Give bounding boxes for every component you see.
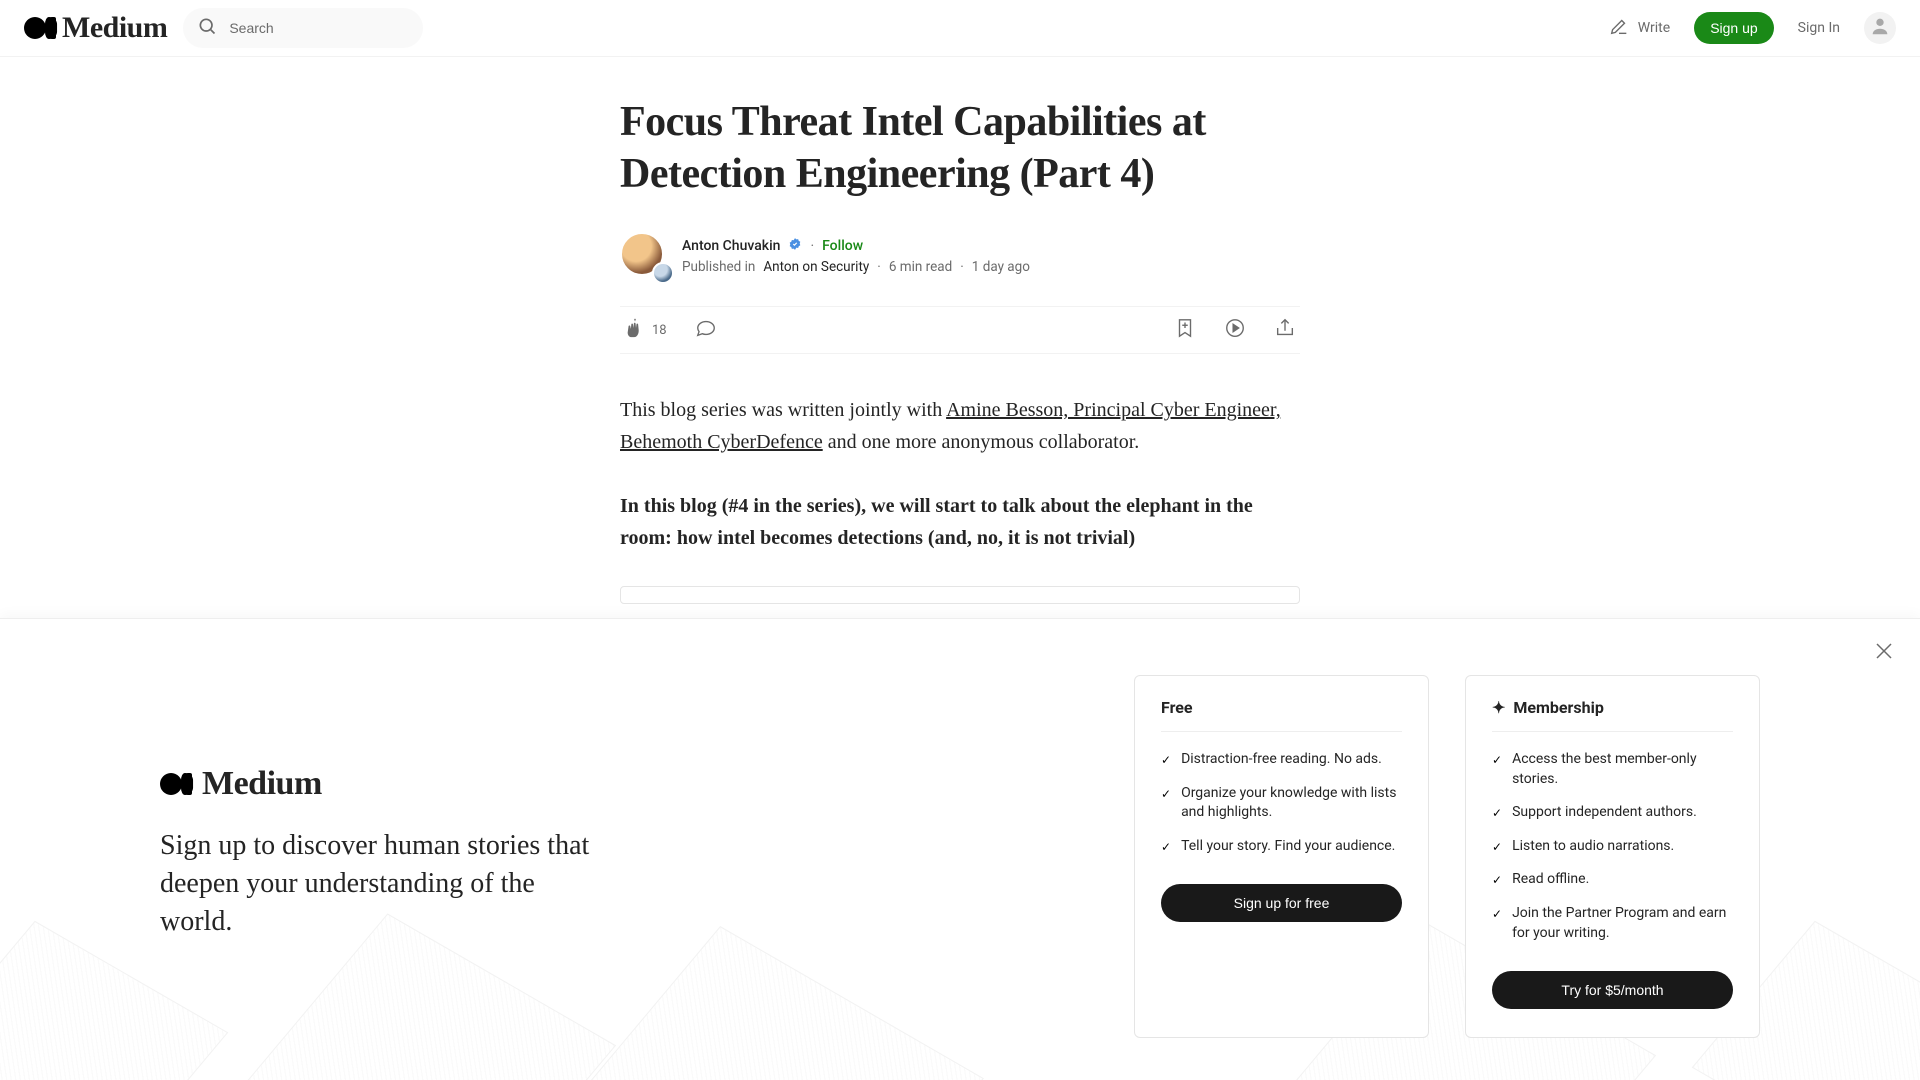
free-plan-card: Free Distraction-free reading. No ads. O… [1134, 675, 1429, 1038]
listen-button[interactable] [1224, 317, 1246, 343]
search-box[interactable] [183, 8, 423, 48]
author-avatar[interactable] [620, 232, 668, 280]
read-time: 6 min read [889, 259, 952, 275]
membership-plan-item: Listen to audio narrations. [1492, 837, 1733, 857]
paywall-tagline: Sign up to discover human stories that d… [160, 827, 610, 940]
bookmark-button[interactable] [1174, 317, 1196, 343]
article-paragraph: In this blog (#4 in the series), we will… [620, 495, 1253, 549]
article: Focus Threat Intel Capabilities at Detec… [620, 57, 1300, 604]
star-icon: ✦ [1492, 698, 1505, 717]
signup-free-button[interactable]: Sign up for free [1161, 884, 1402, 922]
article-body: This blog series was written jointly wit… [620, 394, 1300, 604]
clap-count: 18 [652, 323, 667, 338]
bookmark-icon [1174, 317, 1196, 343]
publication-name[interactable]: Anton on Security [763, 259, 869, 275]
paywall-logo: Medium [160, 765, 610, 803]
paywall-banner: Medium Sign up to discover human stories… [0, 618, 1920, 1080]
action-bar: 18 [620, 306, 1300, 354]
verified-icon [788, 237, 802, 255]
logo-wordmark: Medium [62, 11, 167, 45]
published-in-label: Published in [682, 259, 755, 275]
play-icon [1224, 317, 1246, 343]
write-icon [1608, 15, 1630, 41]
free-plan-item: Organize your knowledge with lists and h… [1161, 784, 1402, 823]
comment-button[interactable] [695, 317, 717, 343]
logo[interactable]: Medium [24, 11, 167, 45]
close-button[interactable] [1872, 639, 1896, 663]
membership-plan-item: Support independent authors. [1492, 803, 1733, 823]
signup-button[interactable]: Sign up [1694, 12, 1773, 44]
free-plan-item: Tell your story. Find your audience. [1161, 837, 1402, 857]
publication-avatar [652, 262, 674, 284]
clap-icon [624, 317, 646, 343]
membership-plan-item: Access the best member-only stories. [1492, 750, 1733, 789]
share-button[interactable] [1274, 317, 1296, 343]
membership-plan-item: Read offline. [1492, 870, 1733, 890]
navbar: Medium Write Sign up Sign In [0, 0, 1920, 57]
free-plan-title: Free [1161, 698, 1402, 717]
search-icon [197, 16, 217, 40]
write-label: Write [1638, 20, 1670, 36]
article-title: Focus Threat Intel Capabilities at Detec… [620, 97, 1300, 200]
try-membership-button[interactable]: Try for $5/month [1492, 971, 1733, 1009]
follow-button[interactable]: Follow [822, 238, 863, 254]
signin-link[interactable]: Sign In [1798, 20, 1840, 36]
membership-plan-card: ✦ Membership Access the best member-only … [1465, 675, 1760, 1038]
clap-button[interactable]: 18 [624, 317, 667, 343]
byline: Anton Chuvakin · Follow Published in Ant… [620, 232, 1300, 280]
free-plan-item: Distraction-free reading. No ads. [1161, 750, 1402, 770]
membership-plan-title: Membership [1513, 698, 1603, 717]
close-icon [1872, 648, 1896, 667]
avatar[interactable] [1864, 12, 1896, 44]
embedded-card [620, 586, 1300, 604]
search-input[interactable] [229, 20, 410, 36]
publish-date: 1 day ago [972, 259, 1030, 275]
author-name[interactable]: Anton Chuvakin [682, 238, 780, 254]
person-icon [1869, 15, 1891, 41]
comment-icon [695, 317, 717, 343]
membership-plan-item: Join the Partner Program and earn for yo… [1492, 904, 1733, 943]
write-link[interactable]: Write [1608, 15, 1670, 41]
share-icon [1274, 317, 1296, 343]
